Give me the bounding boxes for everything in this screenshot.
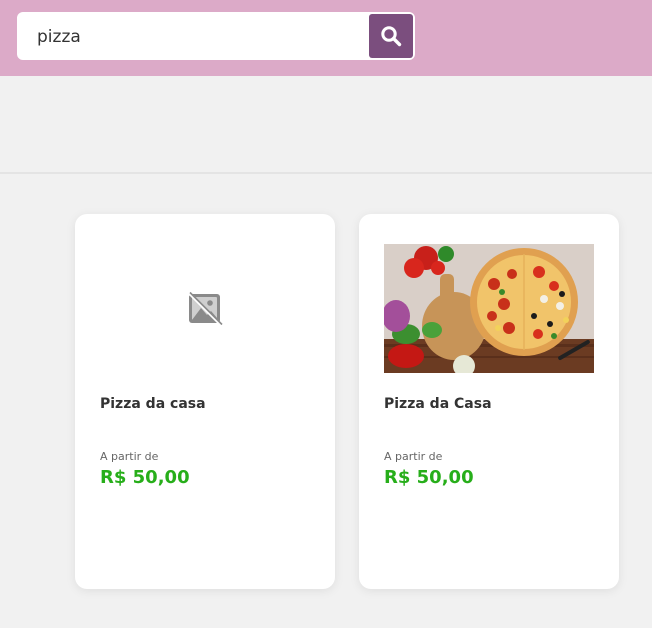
search-input[interactable] bbox=[37, 24, 367, 50]
product-price: R$ 50,00 bbox=[384, 467, 474, 488]
product-card[interactable]: Pizza da casa A partir de R$ 50,00 bbox=[75, 214, 335, 589]
pizza-photo bbox=[384, 244, 594, 373]
price-prefix: A partir de bbox=[100, 450, 159, 463]
header-bar bbox=[0, 0, 652, 76]
product-image-placeholder bbox=[100, 244, 310, 373]
image-unavailable-icon bbox=[187, 291, 223, 326]
product-card[interactable]: Pizza da Casa A partir de R$ 50,00 bbox=[359, 214, 619, 589]
search-icon bbox=[381, 26, 402, 47]
product-price: R$ 50,00 bbox=[100, 467, 190, 488]
price-prefix: A partir de bbox=[384, 450, 443, 463]
product-title: Pizza da casa bbox=[100, 396, 206, 412]
product-title: Pizza da Casa bbox=[384, 396, 492, 412]
section-divider bbox=[0, 172, 652, 174]
search-box bbox=[17, 12, 415, 60]
search-button[interactable] bbox=[369, 14, 413, 58]
